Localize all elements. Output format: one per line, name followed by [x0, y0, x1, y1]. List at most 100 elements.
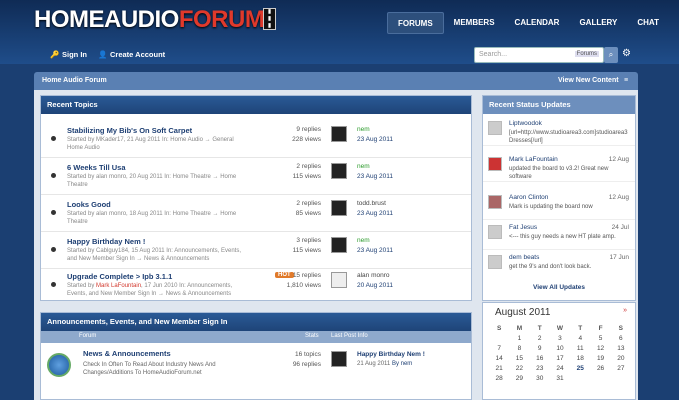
- status-author[interactable]: Aaron Clinton: [509, 194, 548, 201]
- calendar-day[interactable]: 23: [530, 365, 550, 372]
- avatar[interactable]: [331, 126, 347, 142]
- meta-author[interactable]: Mark LaFountain: [96, 283, 141, 289]
- calendar-day[interactable]: 15: [509, 355, 529, 362]
- avatar[interactable]: [331, 163, 347, 179]
- calendar-day[interactable]: 20: [611, 355, 631, 362]
- topic-views: 1,810 views: [286, 282, 321, 289]
- calendar-day[interactable]: 4: [570, 335, 590, 342]
- view-all-updates-link[interactable]: View All Updates: [483, 284, 635, 291]
- last-poster[interactable]: nem: [357, 126, 370, 133]
- calendar-day[interactable]: 9: [530, 345, 550, 352]
- last-post-date[interactable]: 23 Aug 2011: [357, 210, 393, 217]
- calendar-month[interactable]: August 2011: [495, 307, 550, 318]
- calendar-day-header: T: [537, 325, 542, 332]
- search-scope[interactable]: Forums: [574, 51, 599, 57]
- last-post-date[interactable]: 23 Aug 2011: [357, 247, 393, 254]
- calendar-day[interactable]: 31: [550, 375, 570, 382]
- calendar-day[interactable]: 28: [489, 375, 509, 382]
- sign-in-link[interactable]: Sign In: [62, 50, 87, 59]
- avatar[interactable]: [488, 195, 502, 209]
- nav-calendar[interactable]: CALENDAR: [505, 12, 570, 34]
- calendar-day[interactable]: 5: [590, 335, 610, 342]
- gear-icon[interactable]: ⚙: [622, 48, 631, 59]
- avatar[interactable]: [331, 272, 347, 288]
- calendar-day[interactable]: 29: [509, 375, 529, 382]
- status-author[interactable]: Liptwoodok: [509, 120, 542, 127]
- calendar-day[interactable]: 22: [509, 365, 529, 372]
- announcements-title[interactable]: Announcements, Events, and New Member Si…: [41, 313, 471, 331]
- unread-dot-icon: [51, 247, 56, 252]
- user-add-icon: 👤: [98, 50, 108, 59]
- last-post-by[interactable]: By nem: [392, 361, 412, 367]
- calendar-day[interactable]: 26: [590, 365, 610, 372]
- calendar-day[interactable]: 30: [530, 375, 550, 382]
- last-post-date[interactable]: 23 Aug 2011: [357, 136, 393, 143]
- calendar-day-header: M: [516, 325, 523, 332]
- calendar-close-icon[interactable]: »: [623, 307, 627, 314]
- calendar-day[interactable]: 6: [611, 335, 631, 342]
- topic-title[interactable]: Stabilizing My Bib's On Soft Carpet: [67, 126, 192, 135]
- calendar-day[interactable]: 3: [550, 335, 570, 342]
- avatar[interactable]: [488, 121, 502, 135]
- forum-topics: 16 topics: [294, 351, 321, 358]
- create-account-link[interactable]: Create Account: [110, 50, 165, 59]
- last-post-date[interactable]: 20 Aug 2011: [357, 282, 393, 289]
- avatar[interactable]: [488, 255, 502, 269]
- calendar-day[interactable]: 2: [530, 335, 550, 342]
- rss-icon[interactable]: ≡: [624, 77, 628, 84]
- avatar[interactable]: [331, 351, 347, 367]
- calendar-day[interactable]: 18: [570, 355, 590, 362]
- topic-title[interactable]: Happy Birthday Nem !: [67, 237, 145, 246]
- last-poster[interactable]: nem: [357, 237, 370, 244]
- breadcrumb-home[interactable]: Home Audio Forum: [42, 77, 107, 84]
- avatar[interactable]: [488, 225, 502, 239]
- avatar[interactable]: [331, 237, 347, 253]
- nav-gallery[interactable]: GALLERY: [569, 12, 627, 34]
- status-author[interactable]: Fat Jesus: [509, 224, 537, 231]
- col-stats: Stats: [305, 333, 319, 339]
- calendar-panel: August 2011 » S M T W T F S 1 2 3 4 5 6 7 8 9 10 11 12 13 14…: [482, 302, 636, 400]
- last-poster[interactable]: alan monro: [357, 272, 390, 279]
- calendar-day[interactable]: 19: [590, 355, 610, 362]
- calendar-day[interactable]: 14: [489, 355, 509, 362]
- nav-members[interactable]: MEMBERS: [444, 12, 505, 34]
- last-post-date[interactable]: 23 Aug 2011: [357, 173, 393, 180]
- calendar-day[interactable]: 1: [509, 335, 529, 342]
- topic-title[interactable]: 6 Weeks Till Usa: [67, 163, 126, 172]
- topic-title[interactable]: Looks Good: [67, 200, 111, 209]
- status-date: 12 Aug: [608, 194, 629, 201]
- calendar-day[interactable]: 16: [530, 355, 550, 362]
- calendar-day[interactable]: 21: [489, 365, 509, 372]
- calendar-day[interactable]: 8: [509, 345, 529, 352]
- calendar-day[interactable]: 25: [570, 365, 590, 372]
- calendar-day[interactable]: 7: [489, 345, 509, 352]
- last-post-title[interactable]: Happy Birthday Nem !: [357, 351, 425, 358]
- search-icon[interactable]: ⌕: [604, 47, 618, 63]
- status-title: Recent Status Updates: [483, 96, 635, 114]
- calendar-day[interactable]: 17: [550, 355, 570, 362]
- calendar-day[interactable]: 27: [611, 365, 631, 372]
- calendar-day-header: F: [598, 325, 603, 332]
- status-author[interactable]: dem beats: [509, 254, 539, 261]
- calendar-day[interactable]: 12: [590, 345, 610, 352]
- avatar[interactable]: [331, 200, 347, 216]
- avatar[interactable]: [488, 157, 502, 171]
- nav-forums[interactable]: FORUMS: [386, 12, 444, 34]
- calendar-day[interactable]: 10: [550, 345, 570, 352]
- status-row: Mark LaFountain 12 Aug updated the board…: [483, 152, 635, 182]
- search-input[interactable]: Search... Forums: [474, 47, 604, 63]
- nav-chat[interactable]: CHAT: [627, 12, 669, 34]
- calendar-day[interactable]: 24: [550, 365, 570, 372]
- topic-title[interactable]: Upgrade Complete > Ipb 3.1.1: [67, 272, 172, 281]
- site-logo[interactable]: HOMEAUDIOFORUM: [34, 6, 265, 34]
- calendar-day[interactable]: 13: [611, 345, 631, 352]
- topic-meta: Started by alan monro, 18 Aug 2011 In: H…: [67, 211, 237, 225]
- forum-name[interactable]: News & Announcements: [83, 349, 171, 358]
- status-author[interactable]: Mark LaFountain: [509, 156, 558, 163]
- calendar-day[interactable]: 11: [570, 345, 590, 352]
- announcements-panel: Announcements, Events, and New Member Si…: [40, 312, 472, 400]
- last-poster[interactable]: nem: [357, 163, 370, 170]
- view-new-content-link[interactable]: View New Content: [558, 77, 619, 84]
- last-poster[interactable]: todd.brust: [357, 200, 386, 207]
- unread-dot-icon: [51, 173, 56, 178]
